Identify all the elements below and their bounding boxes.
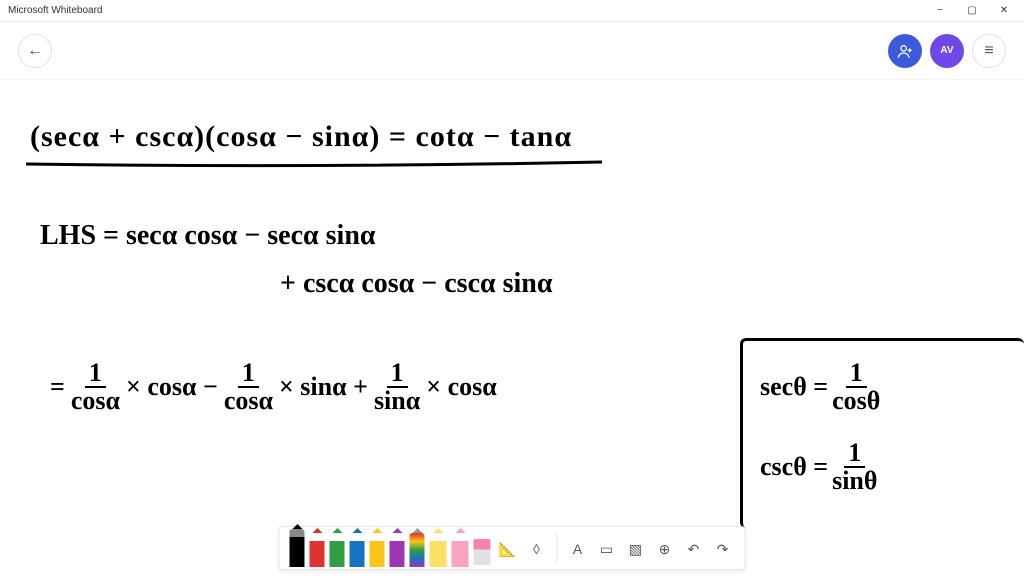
pen-red[interactable] xyxy=(310,533,325,567)
fraction-3: 1 sinα xyxy=(370,360,424,414)
redo-button[interactable]: ↷ xyxy=(711,535,735,563)
id1-frac: 1 cosθ xyxy=(828,360,884,414)
invite-button[interactable] xyxy=(888,34,922,68)
pen-green[interactable] xyxy=(330,533,345,567)
undo-button[interactable]: ↶ xyxy=(682,535,706,563)
back-button[interactable]: ← xyxy=(18,34,52,68)
window-title: Microsoft Whiteboard xyxy=(8,5,102,16)
fraction-2: 1 cosα xyxy=(220,360,277,414)
eq4-equals: = xyxy=(50,372,65,402)
eq4-mid3: × cosα xyxy=(426,372,496,402)
equation-line-1: (secα + cscα)(cosα − sinα) = cotα − tanα xyxy=(30,120,572,154)
window-controls: − ▢ ✕ xyxy=(924,0,1020,22)
highlighter-pink[interactable] xyxy=(452,533,469,567)
add-tool[interactable]: ⊕ xyxy=(653,535,677,563)
maximize-button[interactable]: ▢ xyxy=(956,0,988,22)
settings-menu-button[interactable]: ≡ xyxy=(972,34,1006,68)
pen-yellow[interactable] xyxy=(370,533,385,567)
lasso-tool[interactable]: ◊ xyxy=(525,535,549,563)
id2-den: sinθ xyxy=(828,468,881,494)
eq4-mid1: × cosα − xyxy=(126,372,218,402)
frac2-num: 1 xyxy=(238,360,259,388)
pen-blue[interactable] xyxy=(350,533,365,567)
note-tool[interactable]: ▭ xyxy=(595,535,619,563)
user-avatar[interactable]: AV xyxy=(930,34,964,68)
pen-toolbar: 📐 ◊ A ▭ ▧ ⊕ ↶ ↷ xyxy=(279,526,746,570)
id1-lhs: secθ = xyxy=(760,372,828,402)
identity-csc: cscθ = 1 sinθ xyxy=(760,440,881,494)
frac3-num: 1 xyxy=(387,360,408,388)
underline-stroke xyxy=(24,158,604,170)
pen-rainbow[interactable] xyxy=(410,533,425,567)
eraser-tool[interactable] xyxy=(474,539,491,565)
id2-lhs: cscθ = xyxy=(760,452,828,482)
equation-line-3: + cscα cosα − cscα sinα xyxy=(280,268,553,300)
topbar-right-controls: AV ≡ xyxy=(888,34,1006,68)
frac1-den: cosα xyxy=(67,388,124,414)
image-tool[interactable]: ▧ xyxy=(624,535,648,563)
back-arrow-icon: ← xyxy=(27,42,43,60)
app-topbar: ← AV ≡ xyxy=(0,22,1024,80)
eq4-mid2: × sinα + xyxy=(279,372,368,402)
minimize-button[interactable]: − xyxy=(924,0,956,22)
frac2-den: cosα xyxy=(220,388,277,414)
text-tool[interactable]: A xyxy=(566,535,590,563)
ruler-tool[interactable]: 📐 xyxy=(496,535,520,563)
pen-black[interactable] xyxy=(290,529,305,567)
frac3-den: sinα xyxy=(370,388,424,414)
id2-num: 1 xyxy=(844,440,865,468)
equation-line-2: LHS = secα cosα − secα sinα xyxy=(40,220,376,252)
toolbar-divider xyxy=(557,533,558,563)
pen-purple[interactable] xyxy=(390,533,405,567)
hamburger-icon: ≡ xyxy=(984,42,993,60)
id1-den: cosθ xyxy=(828,388,884,414)
close-button[interactable]: ✕ xyxy=(988,0,1020,22)
highlighter-yellow[interactable] xyxy=(430,533,447,567)
window-titlebar: Microsoft Whiteboard − ▢ ✕ xyxy=(0,0,1024,22)
identity-sec: secθ = 1 cosθ xyxy=(760,360,884,414)
fraction-1: 1 cosα xyxy=(67,360,124,414)
frac1-num: 1 xyxy=(85,360,106,388)
equation-line-4: = 1 cosα × cosα − 1 cosα × sinα + 1 sinα… xyxy=(50,360,497,414)
id1-num: 1 xyxy=(846,360,867,388)
id2-frac: 1 sinθ xyxy=(828,440,881,494)
whiteboard-canvas[interactable]: (secα + cscα)(cosα − sinα) = cotα − tanα… xyxy=(0,80,1024,576)
person-icon xyxy=(897,43,913,59)
